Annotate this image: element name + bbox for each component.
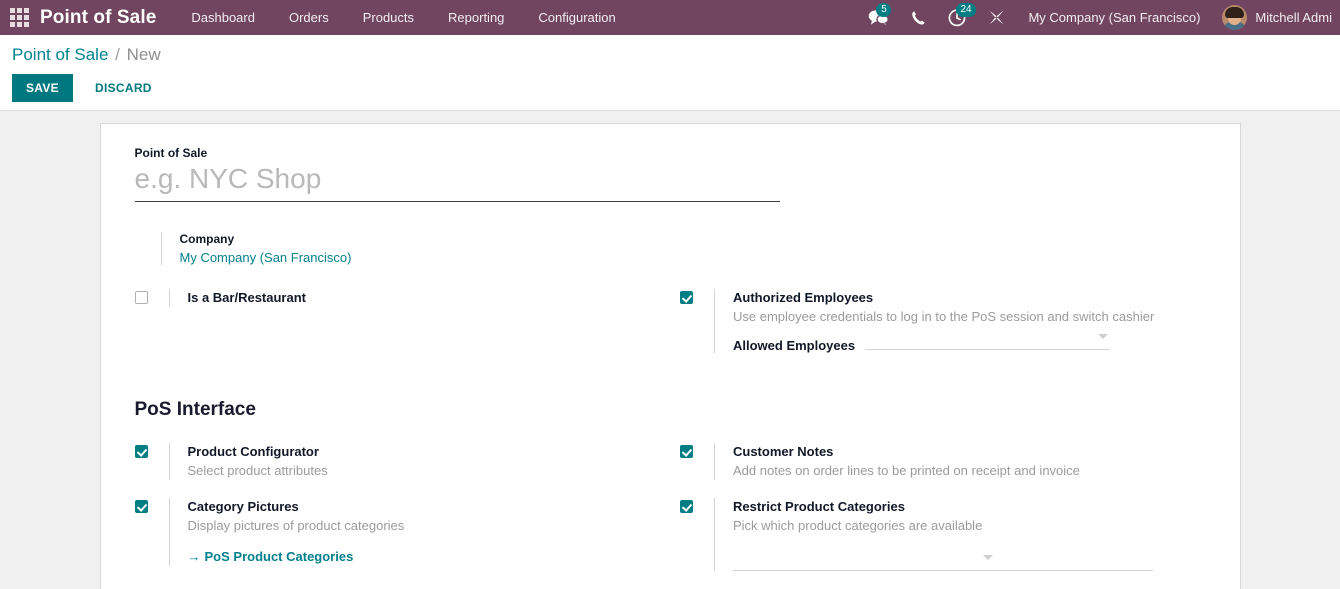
user-menu[interactable]: Mitchell Admi	[1212, 0, 1340, 35]
allowed-employees-label: Allowed Employees	[733, 338, 855, 353]
category-pictures-label: Category Pictures	[188, 498, 671, 515]
bar-restaurant-checkbox[interactable]	[135, 291, 148, 304]
settings-col-right-general: Authorized Employees Use employee creden…	[670, 289, 1206, 371]
restrict-categories-input[interactable]	[733, 551, 1153, 571]
customer-notes-body: Customer Notes Add notes on order lines …	[714, 443, 1206, 480]
product-configurator-help: Select product attributes	[188, 461, 671, 480]
product-configurator-checkbox-wrap	[135, 443, 169, 458]
activities-counter-badge: 24	[956, 3, 975, 17]
form-sheet: Point of Sale Company My Company (San Fr…	[100, 123, 1241, 589]
menu-item-reporting[interactable]: Reporting	[431, 2, 521, 33]
setting-customer-notes: Customer Notes Add notes on order lines …	[680, 443, 1206, 480]
settings-row-pos-interface: Product Configurator Select product attr…	[135, 443, 1206, 589]
setting-category-pictures: Category Pictures Display pictures of pr…	[135, 498, 671, 566]
restrict-categories-label: Restrict Product Categories	[733, 498, 1206, 515]
product-configurator-label: Product Configurator	[188, 443, 671, 460]
pos-product-categories-link[interactable]: → PoS Product Categories	[188, 549, 354, 564]
customer-notes-checkbox-wrap	[680, 443, 714, 458]
product-configurator-checkbox[interactable]	[135, 445, 148, 458]
systray: 5 24 My Company (San Francisco)	[857, 0, 1340, 35]
pos-product-categories-link-label: PoS Product Categories	[205, 549, 354, 564]
wrench-icon	[988, 9, 1005, 26]
breadcrumb: Point of Sale / New	[12, 45, 1340, 65]
restrict-categories-help: Pick which product categories are availa…	[733, 516, 1206, 535]
setting-restrict-product-categories: Restrict Product Categories Pick which p…	[680, 498, 1206, 571]
authorized-employees-label: Authorized Employees	[733, 289, 1206, 306]
company-switcher[interactable]: My Company (San Francisco)	[1016, 2, 1212, 33]
company-value[interactable]: My Company (San Francisco)	[180, 250, 1206, 265]
authorized-employees-body: Authorized Employees Use employee creden…	[714, 289, 1206, 353]
save-button[interactable]: SAVE	[12, 74, 73, 102]
customer-notes-checkbox[interactable]	[680, 445, 693, 458]
activities-menu[interactable]: 24	[937, 0, 977, 35]
setting-authorized-employees: Authorized Employees Use employee creden…	[680, 289, 1206, 353]
setting-product-configurator: Product Configurator Select product attr…	[135, 443, 671, 480]
category-pictures-checkbox[interactable]	[135, 500, 148, 513]
chevron-down-icon	[983, 555, 993, 560]
breadcrumb-root-link[interactable]: Point of Sale	[12, 45, 108, 64]
company-label: Company	[180, 232, 1206, 246]
menu-item-configuration[interactable]: Configuration	[521, 2, 632, 33]
settings-col-right-interface: Customer Notes Add notes on order lines …	[670, 443, 1206, 589]
messaging-menu[interactable]: 5	[857, 0, 900, 35]
category-pictures-body: Category Pictures Display pictures of pr…	[169, 498, 671, 566]
app-brand-title[interactable]: Point of Sale	[40, 7, 156, 29]
allowed-employees-input[interactable]	[865, 330, 1110, 350]
settings-col-left-general: Is a Bar/Restaurant	[135, 289, 671, 371]
record-actions: SAVE DISCARD	[12, 74, 1340, 102]
menu-item-dashboard[interactable]: Dashboard	[174, 2, 272, 33]
breadcrumb-separator: /	[115, 45, 120, 64]
customer-notes-label: Customer Notes	[733, 443, 1206, 460]
settings-row-general: Is a Bar/Restaurant Authorized Employees…	[135, 289, 1206, 371]
main-menu: Dashboard Orders Products Reporting Conf…	[174, 2, 632, 33]
debug-menu[interactable]	[977, 0, 1016, 35]
company-field: Company My Company (San Francisco)	[161, 232, 1206, 265]
authorized-employees-checkbox-wrap	[680, 289, 714, 304]
form-sheet-background: Point of Sale Company My Company (San Fr…	[0, 111, 1340, 589]
user-name-label: Mitchell Admi	[1255, 10, 1332, 25]
breadcrumb-current: New	[127, 45, 161, 64]
category-pictures-checkbox-wrap	[135, 498, 169, 513]
bar-restaurant-checkbox-wrap	[135, 289, 169, 304]
pos-name-label: Point of Sale	[135, 146, 1206, 160]
customer-notes-help: Add notes on order lines to be printed o…	[733, 461, 1206, 480]
bar-restaurant-label: Is a Bar/Restaurant	[188, 289, 671, 306]
settings-col-left-interface: Product Configurator Select product attr…	[135, 443, 671, 589]
control-panel: Point of Sale / New SAVE DISCARD	[0, 35, 1340, 111]
restrict-categories-checkbox-wrap	[680, 498, 714, 513]
menu-item-orders[interactable]: Orders	[272, 2, 346, 33]
category-pictures-help: Display pictures of product categories	[188, 516, 671, 535]
pos-name-input[interactable]	[135, 162, 780, 202]
restrict-categories-body: Restrict Product Categories Pick which p…	[714, 498, 1206, 571]
apps-grid-icon[interactable]	[8, 7, 30, 29]
product-configurator-body: Product Configurator Select product attr…	[169, 443, 671, 480]
setting-is-bar-restaurant: Is a Bar/Restaurant	[135, 289, 671, 307]
avatar	[1222, 5, 1247, 30]
top-navbar: Point of Sale Dashboard Orders Products …	[0, 0, 1340, 35]
chevron-down-icon	[1098, 334, 1108, 339]
phone-icon	[911, 10, 926, 26]
restrict-categories-checkbox[interactable]	[680, 500, 693, 513]
authorized-employees-checkbox[interactable]	[680, 291, 693, 304]
menu-item-products[interactable]: Products	[346, 2, 431, 33]
voip-menu[interactable]	[900, 0, 937, 35]
authorized-employees-help: Use employee credentials to log in to th…	[733, 307, 1206, 326]
discard-button[interactable]: DISCARD	[83, 74, 164, 102]
bar-restaurant-body: Is a Bar/Restaurant	[169, 289, 671, 307]
pos-interface-heading: PoS Interface	[135, 399, 1206, 421]
arrow-right-icon: →	[188, 549, 201, 564]
allowed-employees-row: Allowed Employees	[733, 330, 1206, 353]
